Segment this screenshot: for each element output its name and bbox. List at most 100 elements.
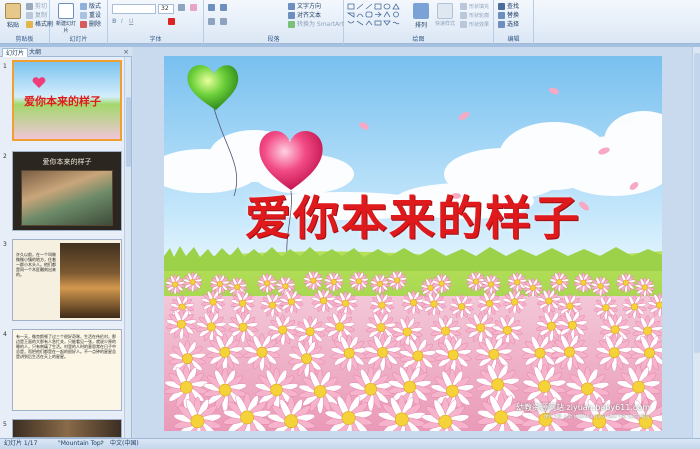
thumb-number: 4 xyxy=(3,331,7,338)
new-slide-button[interactable]: 新建幻灯片 xyxy=(54,3,78,34)
slide-thumb-2[interactable]: 爱你本来的样子 xyxy=(12,151,122,231)
clipboard-icon xyxy=(5,3,21,19)
daisy-flower xyxy=(370,273,390,294)
reset-icon xyxy=(80,12,87,19)
thumb-illustration xyxy=(60,243,120,318)
tab-slides[interactable]: 幻灯片 xyxy=(2,48,29,57)
daisy-flower xyxy=(647,292,662,318)
arrange-button[interactable]: 排列 xyxy=(410,3,432,29)
ribbon: 粘贴 剪切 复制 格式刷 剪贴板 新建幻灯片 版式 重设 删除 幻灯片 32 B… xyxy=(0,0,700,44)
daisy-flower xyxy=(616,272,636,293)
font-name-dropdown[interactable] xyxy=(112,4,156,14)
close-pane-icon[interactable]: × xyxy=(123,48,129,56)
daisy-flower xyxy=(323,271,344,292)
scissors-icon xyxy=(26,3,33,10)
paste-button[interactable]: 粘贴 xyxy=(2,3,24,29)
align-text-button[interactable]: 对齐文本 xyxy=(288,12,321,20)
shape-outline-button[interactable]: 形状轮廓 xyxy=(460,12,489,20)
drawing-group: 排列 快速样式 形状填充 形状轮廓 形状效果 绘图 xyxy=(344,0,494,44)
theme-name: "Mountain Top" xyxy=(58,440,104,447)
replace-icon xyxy=(498,12,505,19)
scrollbar-thumb[interactable] xyxy=(126,97,131,167)
reset-button[interactable]: 重设 xyxy=(80,12,101,20)
shapes-gallery[interactable] xyxy=(347,3,407,33)
font-size-dropdown[interactable]: 32 xyxy=(158,4,174,14)
slide-scrollbar[interactable] xyxy=(692,47,700,438)
watermark-sub: 课件下载 儿歌 故事MP3 FLASH课件下载 试卷下载等 xyxy=(543,415,650,420)
drawing-group-label: 绘图 xyxy=(412,36,425,43)
daisy-flower xyxy=(590,276,611,297)
grow-font-button[interactable] xyxy=(178,4,187,12)
effects-icon xyxy=(460,21,467,28)
brush-icon xyxy=(26,21,33,28)
daisy-flower xyxy=(182,271,203,293)
daisy-flower xyxy=(521,334,559,372)
font-group-label: 字体 xyxy=(149,36,162,43)
slides-group: 新建幻灯片 版式 重设 删除 幻灯片 xyxy=(50,0,108,44)
replace-button[interactable]: 替换 xyxy=(498,12,519,20)
clipboard-group: 粘贴 剪切 复制 格式刷 剪贴板 xyxy=(0,0,53,44)
bold-button[interactable]: B xyxy=(112,18,117,26)
slide-title[interactable]: 爱你本来的样子 xyxy=(164,182,662,248)
bullets-button[interactable] xyxy=(208,4,217,12)
font-color-icon xyxy=(168,18,175,25)
tab-outline[interactable]: 大纲 xyxy=(26,48,44,57)
delete-slide-button[interactable]: 删除 xyxy=(80,21,101,29)
slide-thumb-3[interactable]: 许久以前，在一个叫做微微小镇的地方，住着一群小木头人。他们都是同一个木匠雕刻出来… xyxy=(12,239,122,321)
daisy-flower xyxy=(165,274,186,295)
daisy-flower xyxy=(387,270,408,291)
thumb-number: 2 xyxy=(3,153,7,160)
align-left-icon xyxy=(208,18,215,25)
thumb-text: 有一天，微克斯顿了过三个很好奇咪，生活在伟伦村，那边是王面的大那有人急忙关，只能… xyxy=(16,334,116,359)
cut-button[interactable]: 剪切 xyxy=(26,3,47,11)
thumb-title: 爱你本来的样子 xyxy=(42,158,92,166)
copy-button[interactable]: 复制 xyxy=(26,12,47,20)
text-direction-button[interactable]: 文字方向 xyxy=(288,3,321,11)
clear-format-button[interactable] xyxy=(190,4,199,12)
daisy-flower xyxy=(595,333,633,372)
shape-effects-button[interactable]: 形状效果 xyxy=(460,21,489,29)
new-slide-icon xyxy=(58,3,74,19)
status-bar: 幻灯片 1/17 "Mountain Top" ✓ 中文(中国) xyxy=(0,438,700,449)
format-painter-button[interactable]: 格式刷 xyxy=(26,21,53,29)
daisy-flower xyxy=(622,294,647,320)
daisy-flower xyxy=(348,271,369,292)
italic-button[interactable]: I xyxy=(121,18,123,26)
quick-styles-button[interactable]: 快速样式 xyxy=(432,3,458,27)
thumb-title: 爱你本来的样子 xyxy=(24,95,101,108)
smartart-button[interactable]: 转换为 SmartArt xyxy=(288,21,344,29)
slide-stage: 爱你本来的样子 幼教资源网站 ziyuan.baby611.com 课件下载 儿… xyxy=(133,47,700,438)
daisy-flower xyxy=(303,270,324,291)
language-indicator[interactable]: 中文(中国) xyxy=(110,439,139,449)
check-icon: ✓ xyxy=(100,440,106,447)
align-left-button[interactable] xyxy=(208,18,217,26)
slide-thumb-5[interactable] xyxy=(12,419,122,438)
scrollbar-thumb[interactable] xyxy=(694,53,700,353)
current-slide[interactable]: 爱你本来的样子 幼教资源网站 ziyuan.baby611.com 课件下载 儿… xyxy=(164,56,662,431)
daisy-flower xyxy=(481,274,501,295)
slide-thumb-1[interactable]: 爱你本来的样子 xyxy=(12,60,122,141)
thumbnail-scrollbar[interactable] xyxy=(124,57,131,438)
delete-icon xyxy=(80,21,87,28)
select-button[interactable]: 选择 xyxy=(498,21,519,29)
slides-group-label: 幻灯片 xyxy=(69,36,88,43)
daisy-flower xyxy=(477,291,502,316)
outline-icon xyxy=(460,12,467,19)
numbering-icon xyxy=(220,4,227,11)
daisy-flower xyxy=(573,272,594,293)
thumb-text: 许久以前，在一个叫做微微小镇的地方，住着一群小木头人。他们都是同一个木匠雕刻出来… xyxy=(16,252,56,277)
shape-fill-button[interactable]: 形状填充 xyxy=(460,3,489,11)
numbering-button[interactable] xyxy=(220,4,229,12)
slide-thumb-4[interactable]: 有一天，微克斯顿了过三个很好奇咪，生活在伟伦村，那边是王面的大那有人急忙关，只能… xyxy=(12,329,122,411)
daisy-flower xyxy=(401,290,426,315)
find-button[interactable]: 查找 xyxy=(498,3,519,11)
layout-button[interactable]: 版式 xyxy=(80,3,101,11)
bullets-icon xyxy=(208,4,215,11)
font-color-button[interactable] xyxy=(168,18,177,26)
cursor-icon xyxy=(498,21,505,28)
daisy-flower xyxy=(634,277,655,298)
align-center-button[interactable] xyxy=(220,18,229,26)
paragraph-group-label: 段落 xyxy=(267,36,280,43)
slide-counter: 幻灯片 1/17 xyxy=(4,440,38,447)
underline-button[interactable]: U xyxy=(129,18,133,26)
